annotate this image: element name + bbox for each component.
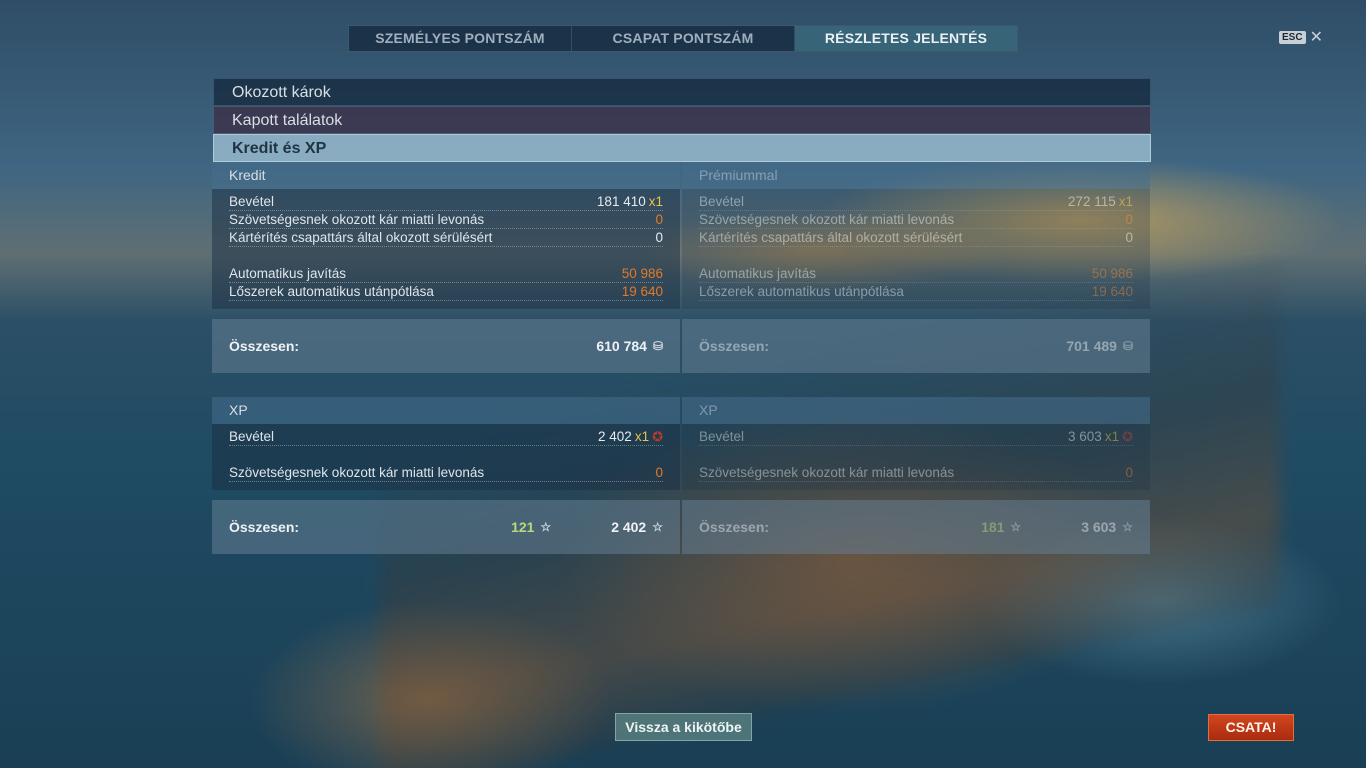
credit-repair-row: Automatikus javítás 50 986 — [229, 265, 663, 283]
premium-credit-income-label: Bevétel — [699, 194, 745, 209]
credit-coin-icon: ⛁ — [652, 339, 663, 353]
premium-credit-header-label: Prémiummal — [699, 167, 778, 183]
free-xp-star-icon: ☆ — [540, 520, 552, 534]
premium-credit-ammo-row: Lőszerek automatikus utánpótlása 19 640 — [699, 283, 1133, 301]
premium-xp-total-label: Összesen: — [699, 519, 770, 535]
premium-credit-teammate-comp-row: Kártérítés csapattárs által okozott sérü… — [699, 229, 1133, 247]
xp-income-label: Bevétel — [229, 429, 275, 444]
xp-total-label: Összesen: — [229, 519, 300, 535]
xp-ally-damage-value: 0 — [655, 465, 663, 480]
premium-credit-repair-label: Automatikus javítás — [699, 266, 817, 281]
premium-credit-panel: Prémiummal Bevétel 272 115 x1 Szövetséges… — [682, 162, 1150, 373]
xp-panel-header: XP — [212, 397, 680, 424]
premium-credit-ally-damage-label: Szövetségesnek okozott kár miatti levoná… — [699, 212, 955, 227]
credit-total-value: 610 784 — [596, 338, 647, 354]
premium-credit-total-row: Összesen: 701 489 ⛁ — [682, 319, 1150, 373]
premium-credit-panel-body: Bevétel 272 115 x1 Szövetségesnek okozott… — [682, 189, 1150, 309]
xp-panel-body: Bevétel 2 402 x1 ✪ Szövetségesnek okozott … — [212, 424, 680, 490]
credit-ammo-value: 19 640 — [621, 284, 663, 299]
premium-xp-panel-body: Bevétel 3 603 x1 ✪ Szövetségesnek okozott … — [682, 424, 1150, 490]
premium-credit-ally-damage-row: Szövetségesnek okozott kár miatti levoná… — [699, 211, 1133, 229]
premium-xp-income-value: 3 603 — [1068, 429, 1102, 444]
tab-team-score[interactable]: CSAPAT PONTSZÁM — [572, 26, 795, 51]
close-icon: ✕ — [1309, 28, 1323, 46]
credit-panel-body: Bevétel 181 410 x1 Szövetségesnek okozott… — [212, 189, 680, 309]
xp-star-icon: ☆ — [652, 520, 663, 534]
credit-panel: Kredit Bevétel 181 410 x1 Szövetségesnek … — [212, 162, 680, 373]
premium-xp-ally-damage-row: Szövetségesnek okozott kár miatti levoná… — [699, 464, 1133, 482]
credit-repair-label: Automatikus javítás — [229, 266, 347, 281]
credit-income-value: 181 410 — [596, 194, 646, 209]
premium-xp-bonus-icon: ✪ — [1122, 429, 1133, 444]
premium-credit-ammo-label: Lőszerek automatikus utánpótlása — [699, 284, 904, 299]
premium-free-xp-star-icon: ☆ — [1010, 520, 1022, 534]
premium-xp-star-icon: ☆ — [1122, 520, 1133, 534]
premium-credit-coin-icon: ⛁ — [1122, 339, 1133, 353]
premium-credit-repair-value: 50 986 — [1091, 266, 1133, 281]
free-xp-value: 121 — [511, 519, 535, 535]
premium-xp-multiplier: x1 — [1104, 429, 1120, 444]
credit-total-label: Összesen: — [229, 338, 300, 354]
xp-income-value: 2 402 — [598, 429, 632, 444]
credit-multiplier: x1 — [648, 194, 663, 209]
premium-xp-ally-damage-label: Szövetségesnek okozott kár miatti levoná… — [699, 465, 955, 480]
premium-xp-income-label: Bevétel — [699, 429, 745, 444]
xp-bonus-icon: ✪ — [652, 429, 663, 444]
tab-personal-score[interactable]: SZEMÉLYES PONTSZÁM — [349, 26, 572, 51]
xp-total-value: 2 402 — [611, 519, 647, 535]
credit-ammo-label: Lőszerek automatikus utánpótlása — [229, 284, 434, 299]
tab-detailed-report[interactable]: RÉSZLETES JELENTÉS — [795, 26, 1017, 51]
premium-xp-header-label: XP — [699, 402, 718, 418]
premium-xp-ally-damage-value: 0 — [1125, 465, 1133, 480]
credit-repair-value: 50 986 — [621, 266, 663, 281]
credit-ammo-row: Lőszerek automatikus utánpótlása 19 640 — [229, 283, 663, 301]
premium-credit-teammate-comp-value: 0 — [1125, 230, 1133, 245]
credit-teammate-comp-value: 0 — [655, 230, 663, 245]
credit-income-label: Bevétel — [229, 194, 275, 209]
battle-button[interactable]: CSATA! — [1208, 714, 1294, 741]
section-damage-dealt[interactable]: Okozott károk — [213, 78, 1151, 106]
premium-xp-panel-header: XP — [682, 397, 1150, 424]
credit-teammate-comp-row: Kártérítés csapattárs által okozott sérü… — [229, 229, 663, 247]
credit-teammate-comp-label: Kártérítés csapattárs által okozott sérü… — [229, 230, 493, 245]
credit-income-row: Bevétel 181 410 x1 — [229, 193, 663, 211]
xp-total-row: Összesen: 121 ☆ 2 402 ☆ — [212, 500, 680, 554]
credit-ally-damage-label: Szövetségesnek okozott kár miatti levoná… — [229, 212, 485, 227]
premium-xp-income-row: Bevétel 3 603 x1 ✪ — [699, 428, 1133, 446]
xp-ally-damage-row: Szövetségesnek okozott kár miatti levoná… — [229, 464, 663, 482]
premium-xp-total-row: Összesen: 181 ☆ 3 603 ☆ — [682, 500, 1150, 554]
section-hits-received[interactable]: Kapott találatok — [213, 106, 1151, 134]
credit-panel-header: Kredit — [212, 162, 680, 189]
premium-xp-panel: XP Bevétel 3 603 x1 ✪ Szövetségesnek okozo… — [682, 397, 1150, 554]
premium-credit-ally-damage-value: 0 — [1125, 212, 1133, 227]
close-button[interactable]: ESC ✕ — [1279, 28, 1323, 46]
esc-key-hint: ESC — [1279, 31, 1306, 44]
premium-credit-income-value: 272 115 — [1067, 194, 1116, 209]
premium-credit-income-row: Bevétel 272 115 x1 — [699, 193, 1133, 211]
credit-total-row: Összesen: 610 784 ⛁ — [212, 319, 680, 373]
premium-free-xp-value: 181 — [981, 519, 1005, 535]
credit-ally-damage-value: 0 — [655, 212, 663, 227]
result-tabs: SZEMÉLYES PONTSZÁM CSAPAT PONTSZÁM RÉSZL… — [348, 25, 1018, 52]
xp-panel: XP Bevétel 2 402 x1 ✪ Szövetségesnek okozo… — [212, 397, 680, 554]
credit-ally-damage-row: Szövetségesnek okozott kár miatti levoná… — [229, 211, 663, 229]
xp-ally-damage-label: Szövetségesnek okozott kár miatti levoná… — [229, 465, 485, 480]
back-to-port-button[interactable]: Vissza a kikötőbe — [615, 713, 752, 741]
premium-credit-multiplier: x1 — [1118, 194, 1133, 209]
xp-multiplier: x1 — [634, 429, 650, 444]
premium-credit-total-label: Összesen: — [699, 338, 770, 354]
premium-credit-total-value: 701 489 — [1066, 338, 1117, 354]
xp-income-row: Bevétel 2 402 x1 ✪ — [229, 428, 663, 446]
premium-credit-panel-header: Prémiummal — [682, 162, 1150, 189]
premium-credit-ammo-value: 19 640 — [1091, 284, 1133, 299]
premium-xp-total-value: 3 603 — [1081, 519, 1117, 535]
premium-credit-teammate-comp-label: Kártérítés csapattárs által okozott sérü… — [699, 230, 963, 245]
premium-credit-repair-row: Automatikus javítás 50 986 — [699, 265, 1133, 283]
section-credits-xp[interactable]: Kredit és XP — [213, 134, 1151, 162]
